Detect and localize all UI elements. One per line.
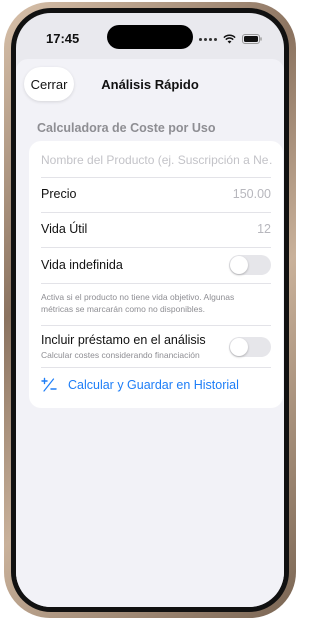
phone-bezel: 17:45 Cerrar Análisis Rápido Calculadora…: [11, 8, 289, 612]
modal-sheet: Cerrar Análisis Rápido Calculadora de Co…: [16, 59, 284, 607]
calculate-save-label: Calcular y Guardar en Historial: [68, 378, 239, 392]
calculator-card: Nombre del Producto (ej. Suscripción a N…: [29, 141, 283, 408]
dynamic-island: [107, 25, 193, 49]
nav-bar: Cerrar Análisis Rápido: [16, 59, 284, 103]
phone-frame: 17:45 Cerrar Análisis Rápido Calculadora…: [4, 2, 296, 618]
wifi-icon: [223, 34, 236, 44]
indefinite-life-toggle[interactable]: [229, 255, 271, 275]
section-header: Calculadora de Coste por Uso: [37, 121, 216, 135]
price-label: Precio: [41, 187, 77, 201]
toggle-knob: [230, 256, 248, 274]
signal-icon: [199, 37, 217, 41]
indefinite-life-label: Vida indefinida: [41, 258, 123, 272]
divider: [41, 177, 271, 178]
calculate-icon: [41, 377, 57, 392]
lifespan-label: Vida Útil: [41, 222, 88, 236]
divider: [41, 367, 271, 368]
product-name-input[interactable]: Nombre del Producto (ej. Suscripción a N…: [41, 153, 273, 167]
indefinite-life-footnote: Activa si el producto no tiene vida obje…: [41, 292, 235, 314]
divider: [41, 247, 271, 248]
divider: [41, 212, 271, 213]
lifespan-input[interactable]: 12: [257, 222, 271, 236]
loan-sublabel: Calcular costes considerando financiació…: [41, 350, 200, 360]
price-input[interactable]: 150.00: [233, 187, 271, 201]
screen: 17:45 Cerrar Análisis Rápido Calculadora…: [16, 13, 284, 607]
loan-toggle[interactable]: [229, 337, 271, 357]
loan-label: Incluir préstamo en el análisis: [41, 333, 206, 347]
toggle-knob: [230, 338, 248, 356]
calculate-save-button[interactable]: Calcular y Guardar en Historial: [41, 377, 239, 393]
status-bar: 17:45: [16, 13, 284, 59]
status-time: 17:45: [46, 31, 80, 46]
status-icons: [199, 34, 262, 44]
page-title: Análisis Rápido: [101, 77, 199, 92]
battery-icon: [242, 34, 262, 44]
divider: [41, 283, 271, 284]
divider: [41, 325, 271, 326]
